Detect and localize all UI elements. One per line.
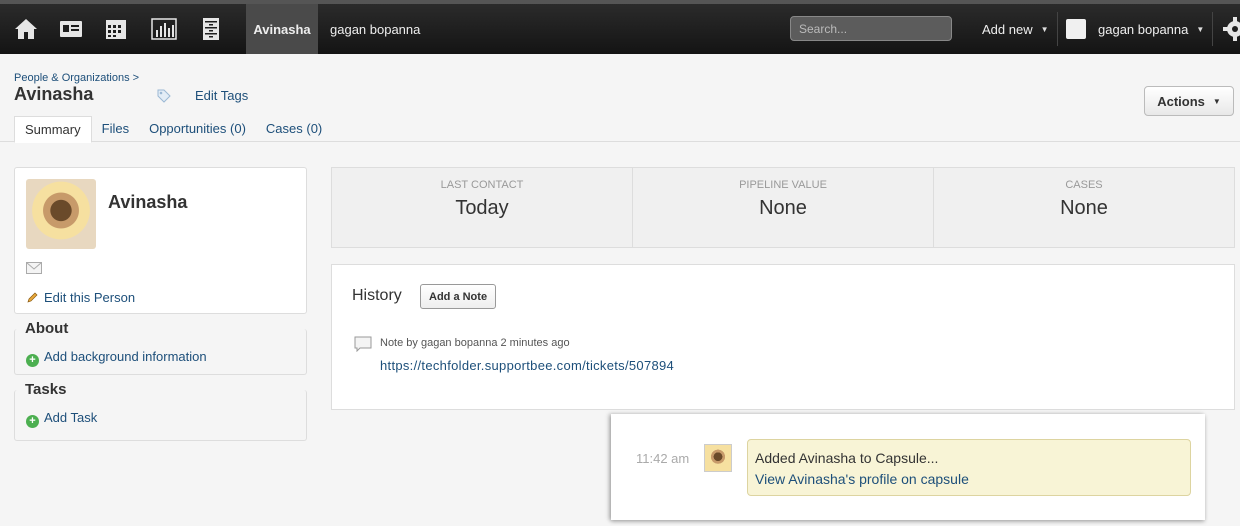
stat-last-contact: Last Contact Today [332, 168, 633, 247]
add-new-menu[interactable]: Add new ▼ [982, 4, 1049, 54]
edit-tags-link[interactable]: Edit Tags [195, 88, 248, 103]
add-background-link[interactable]: Add background information [44, 349, 207, 364]
gear-icon[interactable] [1222, 16, 1240, 42]
nav-divider [1212, 12, 1213, 46]
nav-tab-avinasha[interactable]: Avinasha [246, 4, 318, 54]
breadcrumb[interactable]: People & Organizations > [14, 72, 139, 84]
user-avatar-icon [1066, 19, 1086, 39]
chevron-down-icon: ▼ [1196, 24, 1205, 34]
add-new-label: Add new [982, 21, 1033, 37]
plus-icon: + [26, 415, 39, 428]
chevron-down-icon: ▼ [1040, 24, 1049, 34]
chevron-down-icon: ▼ [1212, 96, 1221, 106]
edit-person-link[interactable]: Edit this Person [44, 290, 135, 305]
mail-icon [26, 262, 42, 274]
stat-label: Pipeline Value [739, 179, 827, 191]
pencil-icon [26, 291, 39, 304]
history-panel: History Add a Note Note by gagan bopanna… [331, 264, 1235, 410]
note-meta: Note by gagan bopanna 2 minutes ago [380, 337, 570, 349]
tab-files[interactable]: Files [92, 116, 139, 143]
user-name-label: gagan bopanna [1098, 21, 1189, 37]
note-link[interactable]: https://techfolder.supportbee.com/ticket… [380, 358, 674, 373]
add-task-row[interactable]: + Add Task [26, 409, 97, 428]
note-icon [354, 336, 372, 352]
stat-label: Cases [1065, 179, 1103, 191]
profile-photo [26, 179, 96, 249]
stat-pipeline-value: Pipeline Value None [633, 168, 934, 247]
tasks-panel: + Add Task [14, 390, 307, 441]
tab-opportunities[interactable]: Opportunities (0) [139, 116, 256, 143]
stat-value: None [759, 197, 807, 219]
stat-value: None [1060, 197, 1108, 219]
actions-label: Actions [1157, 93, 1205, 109]
reports-chart-icon[interactable] [150, 16, 178, 42]
user-menu[interactable]: gagan bopanna ▼ [1066, 4, 1204, 54]
stat-cases: Cases None [934, 168, 1234, 247]
tag-icon [157, 89, 171, 103]
top-nav-bar: Avinasha gagan bopanna Add new ▼ gagan b… [0, 0, 1240, 54]
notification-popup: 11:42 am Added Avinasha to Capsule... Vi… [611, 414, 1205, 520]
notification-link[interactable]: View Avinasha's profile on capsule [755, 471, 969, 487]
page-header: People & Organizations > Avinasha Edit T… [0, 54, 1240, 143]
about-panel: + Add background information [14, 329, 307, 375]
tab-summary[interactable]: Summary [14, 116, 92, 143]
summary-stats: Last Contact Today Pipeline Value None C… [331, 167, 1235, 248]
profile-name: Avinasha [108, 192, 188, 212]
plus-icon: + [26, 354, 39, 367]
notification-bubble: Added Avinasha to Capsule... View Avinas… [747, 439, 1191, 496]
stat-value: Today [455, 197, 509, 219]
profile-card: Avinasha Edit this Person [14, 167, 307, 314]
add-background-row[interactable]: + Add background information [26, 348, 207, 367]
edit-person-row[interactable]: Edit this Person [26, 289, 135, 307]
add-task-link[interactable]: Add Task [44, 410, 97, 425]
nav-divider [1057, 12, 1058, 46]
home-icon[interactable] [12, 16, 40, 42]
actions-button[interactable]: Actions ▼ [1144, 86, 1234, 116]
nav-tab-gagan-bopanna[interactable]: gagan bopanna [320, 4, 430, 54]
stat-label: Last Contact [440, 179, 524, 191]
tab-cases[interactable]: Cases (0) [256, 116, 332, 143]
notification-time: 11:42 am [636, 451, 690, 466]
search-input[interactable] [790, 16, 952, 41]
add-note-button[interactable]: Add a Note [420, 284, 497, 309]
notification-text: Added Avinasha to Capsule... [755, 450, 939, 466]
page-tabs: Summary Files Opportunities (0) Cases (0… [14, 116, 332, 143]
page-title: Avinasha [14, 84, 94, 104]
contacts-card-icon[interactable] [57, 16, 85, 42]
history-title: History [352, 287, 402, 304]
calendar-icon[interactable] [102, 16, 130, 42]
cabinet-icon[interactable] [197, 16, 225, 42]
notification-avatar [704, 444, 732, 472]
